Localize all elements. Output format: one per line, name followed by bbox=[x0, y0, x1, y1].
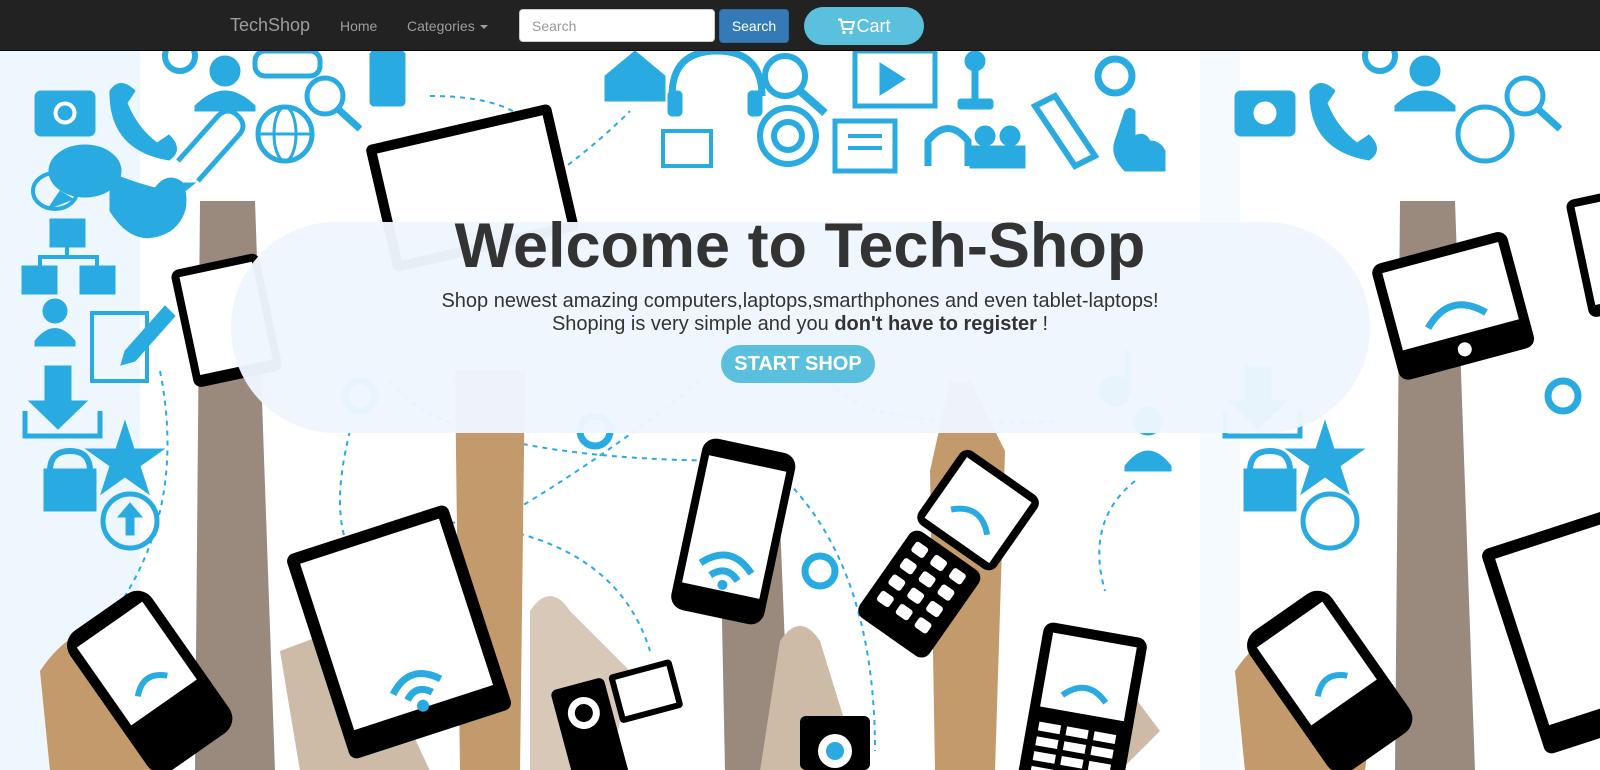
subtagline-bold: don't have to register bbox=[834, 313, 1037, 335]
hero-subtagline: Shoping is very simple and you don't hav… bbox=[0, 313, 1600, 336]
search-input[interactable] bbox=[519, 9, 715, 42]
nav-categories-dropdown[interactable]: Categories bbox=[407, 18, 488, 34]
subtagline-suffix: ! bbox=[1036, 313, 1049, 335]
start-shop-button[interactable]: START SHOP bbox=[721, 345, 875, 383]
brand-logo[interactable]: TechShop bbox=[230, 15, 310, 36]
subtagline-prefix: Shoping is very simple and you bbox=[551, 313, 835, 335]
hero-banner bbox=[0, 51, 1600, 770]
nav-home[interactable]: Home bbox=[340, 18, 377, 34]
hero-tagline: Shop newest amazing computers,laptops,sm… bbox=[441, 290, 1159, 312]
cart-button[interactable]: Cart bbox=[804, 7, 924, 45]
page-title: Welcome to Tech-Shop bbox=[454, 211, 1146, 281]
cart-label: Cart bbox=[856, 15, 891, 36]
search-button[interactable]: Search bbox=[719, 9, 789, 43]
navbar: TechShop Home Categories Search Cart bbox=[0, 0, 1600, 51]
caret-down-icon bbox=[479, 25, 488, 30]
shopping-cart-icon bbox=[838, 18, 856, 34]
categories-label: Categories bbox=[407, 18, 475, 34]
